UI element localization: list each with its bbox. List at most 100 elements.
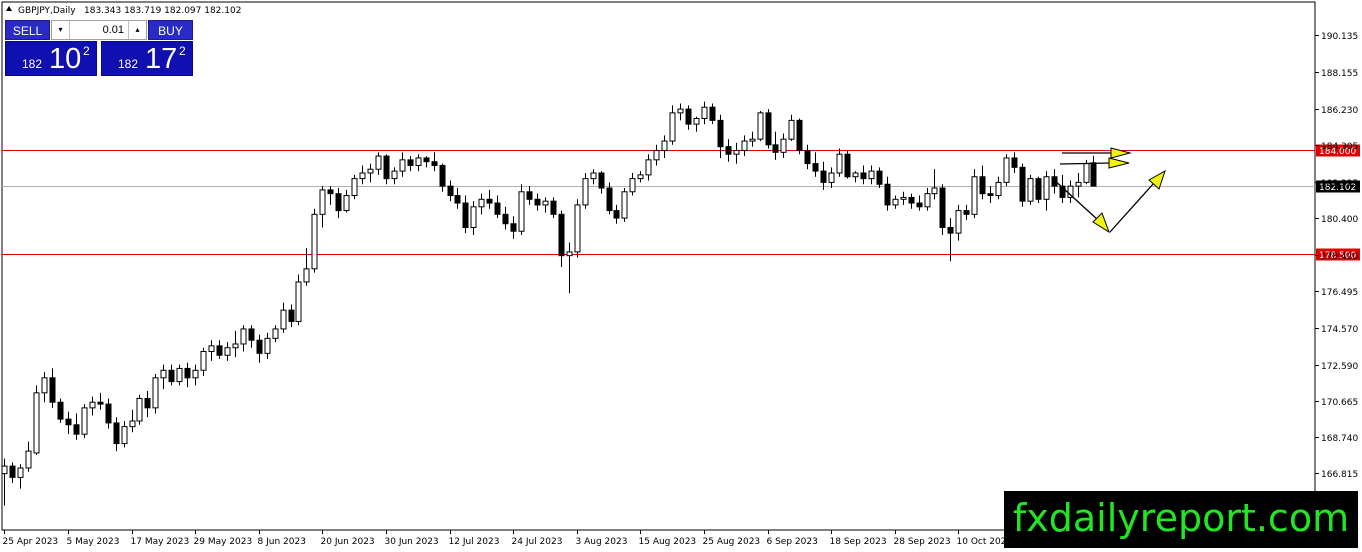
buy-price-fraction: 2 <box>179 44 186 58</box>
candle-body <box>868 170 875 180</box>
candle-body <box>383 155 390 180</box>
candle-body <box>884 183 891 206</box>
candle-body <box>757 112 764 140</box>
x-tick-label: 12 Jul 2023 <box>449 537 500 547</box>
candle-body <box>375 155 382 170</box>
candle-body <box>367 168 374 174</box>
lot-decrease-icon[interactable]: ▾ <box>52 21 70 39</box>
candle-body <box>971 176 978 215</box>
candle-body <box>701 106 708 119</box>
plot-area <box>1 1 1316 531</box>
candle-body <box>900 196 907 200</box>
candle-body <box>478 198 485 208</box>
one-click-trading-panel: SELL ▾ 0.01 ▴ BUY 182 10 2 182 17 2 <box>5 20 193 76</box>
candle-body <box>502 213 509 225</box>
buy-button[interactable]: BUY <box>148 20 193 40</box>
time-axis: 25 Apr 2023 5 May 2023 17 May 2023 29 May 2… <box>3 530 1012 547</box>
x-tick-label: 20 Jun 2023 <box>321 537 375 547</box>
candle-body <box>939 187 946 228</box>
candle-body <box>144 397 151 409</box>
candle-body <box>685 108 692 125</box>
candle-body <box>931 187 938 195</box>
x-tick-label: 25 Apr 2023 <box>3 537 59 547</box>
chart-window: 184.000 182.102 178.500 190.135 188.155 186.… <box>0 0 1362 552</box>
candle-body <box>462 202 469 228</box>
y-tick-label: 176.495 <box>1321 288 1358 298</box>
candle-body <box>33 392 40 454</box>
candle-body <box>73 424 80 435</box>
candle-body <box>41 377 48 394</box>
price-axis: 190.135 188.155 186.230 184.305 182.325 180.4… <box>1315 32 1358 517</box>
sell-price-display[interactable]: 182 10 2 <box>5 41 97 76</box>
candle-body <box>558 213 565 257</box>
candle-body <box>216 345 223 356</box>
brand-watermark: fxdailyreport.com <box>1004 491 1358 548</box>
y-tick-label: 172.590 <box>1321 362 1358 372</box>
candle-body <box>470 206 477 228</box>
candle-body <box>995 181 1002 197</box>
candle-body <box>542 200 549 206</box>
candle-body <box>89 401 96 409</box>
candle-body <box>399 159 406 172</box>
candle-body <box>407 159 414 166</box>
candle-body <box>709 106 716 121</box>
x-tick-label: 24 Jul 2023 <box>512 537 563 547</box>
candle-body <box>947 226 954 234</box>
candle-body <box>574 204 581 253</box>
candle-body <box>113 422 120 445</box>
candle-body <box>693 117 700 125</box>
candle-body <box>908 196 915 204</box>
candle-body <box>892 198 899 206</box>
lot-size-stepper[interactable]: ▾ 0.01 ▴ <box>51 20 147 40</box>
candle-body <box>526 191 533 200</box>
candle-body <box>876 170 883 185</box>
candle-body <box>160 369 167 379</box>
x-tick-label: 28 Sep 2023 <box>894 537 951 547</box>
sell-button[interactable]: SELL <box>5 20 50 40</box>
candle-body <box>987 193 994 197</box>
candle-body <box>653 149 660 161</box>
candle-body <box>311 213 318 270</box>
candle-body <box>979 176 986 195</box>
candle-body <box>765 112 772 146</box>
x-tick-label: 18 Sep 2023 <box>830 537 887 547</box>
candle-body <box>1027 178 1034 202</box>
candle-body <box>963 210 970 215</box>
candle-body <box>192 369 199 379</box>
candle-body <box>327 189 334 195</box>
candle-body <box>1083 163 1090 183</box>
candle-body <box>860 172 867 180</box>
y-tick-label: 186.230 <box>1321 106 1358 116</box>
candle-body <box>295 281 302 322</box>
candle-body <box>836 153 843 174</box>
candle-body <box>598 172 605 189</box>
x-tick-label: 25 Aug 2023 <box>703 537 761 547</box>
candle-body <box>248 328 255 341</box>
candle-body <box>359 172 366 180</box>
buy-price-display[interactable]: 182 17 2 <box>101 41 193 76</box>
price-chart: 184.000182.102178.500 190.135188.155186.… <box>1 1 1360 547</box>
candle-body <box>200 350 207 371</box>
candle-body <box>717 119 724 148</box>
candle-body <box>844 153 851 178</box>
lot-increase-icon[interactable]: ▴ <box>128 21 146 39</box>
brand-text: fxdailyreport.com <box>1012 496 1350 540</box>
candle-body <box>447 185 454 197</box>
candle-body <box>749 138 756 142</box>
candle-body <box>152 377 159 409</box>
candle-body <box>629 178 636 193</box>
candle-body <box>65 418 72 426</box>
candle-body <box>637 174 644 180</box>
candle-body <box>415 157 422 166</box>
candle-body <box>431 161 438 166</box>
x-tick-label: 17 May 2023 <box>131 537 190 547</box>
y-tick-label: 184.305 <box>1321 142 1358 152</box>
chart-symbol-title: GBPJPY,Daily <box>18 6 76 16</box>
candle-body <box>1 465 8 475</box>
lot-size-input[interactable]: 0.01 <box>70 21 124 39</box>
candle-body <box>105 403 112 424</box>
candle-body <box>590 172 597 180</box>
sell-price-prefix: 182 <box>22 57 43 71</box>
y-tick-label: 190.135 <box>1321 32 1358 42</box>
candle-body <box>439 164 446 187</box>
